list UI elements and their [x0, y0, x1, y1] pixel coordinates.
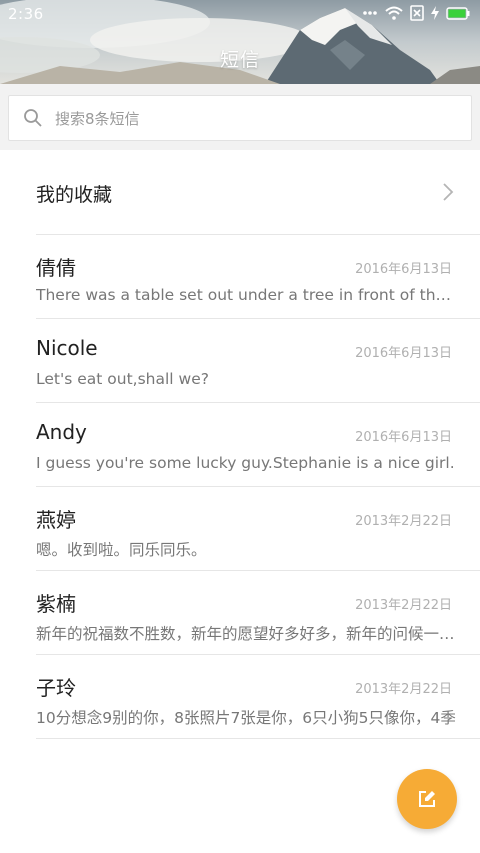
message-preview: 新年的祝福数不胜数，新年的愿望好多好多，新年的问候一声声 [36, 625, 456, 643]
conversation-item[interactable]: 倩倩 2016年6月13日 There was a table set out … [0, 234, 480, 318]
favorites-label: 我的收藏 [36, 184, 113, 206]
charging-bolt-icon [431, 6, 439, 20]
message-date: 2013年2月22日 [355, 682, 452, 697]
message-preview: There was a table set out under a tree i… [36, 286, 456, 304]
status-time: 2:36 [8, 5, 44, 23]
contact-name: Andy [36, 420, 87, 444]
compose-button[interactable] [397, 769, 457, 829]
compose-icon [419, 791, 435, 807]
conversation-item[interactable]: 紫楠 2013年2月22日 新年的祝福数不胜数，新年的愿望好多好多，新年的问候一… [0, 570, 480, 654]
sim-off-icon [410, 5, 424, 21]
divider [36, 738, 480, 739]
search-placeholder: 搜索8条短信 [55, 110, 140, 128]
message-preview: 10分想念9别的你，8张照片7张是你，6只小狗5只像你，4季 [36, 709, 456, 727]
contact-name: 燕婷 [36, 508, 76, 532]
message-date: 2016年6月13日 [355, 430, 452, 445]
contact-name: 紫楠 [36, 592, 76, 616]
message-date: 2013年2月22日 [355, 514, 452, 529]
chevron-right-icon [443, 183, 454, 201]
message-preview: 嗯。收到啦。同乐同乐。 [36, 541, 207, 559]
search-input[interactable]: 搜索8条短信 [8, 95, 472, 141]
page-title: 短信 [219, 49, 260, 71]
favorites-row[interactable]: 我的收藏 [0, 150, 480, 234]
conversation-item[interactable]: 子玲 2013年2月22日 10分想念9别的你，8张照片7张是你，6只小狗5只像… [0, 654, 480, 738]
message-preview: Let's eat out,shall we? [36, 370, 209, 388]
contact-name: 倩倩 [36, 256, 76, 280]
search-area: 搜索8条短信 [0, 84, 480, 150]
contact-name: Nicole [36, 336, 98, 360]
conversation-item[interactable]: Nicole 2016年6月13日 Let's eat out,shall we… [0, 318, 480, 402]
message-date: 2016年6月13日 [355, 346, 452, 361]
header-banner: 2:36 短信 [0, 0, 480, 84]
more-dots-icon [363, 11, 377, 15]
conversation-item[interactable]: Andy 2016年6月13日 I guess you're some luck… [0, 402, 480, 486]
contact-name: 子玲 [36, 676, 76, 700]
status-bar: 2:36 [0, 0, 480, 28]
message-date: 2013年2月22日 [355, 598, 452, 613]
wifi-icon [385, 6, 403, 20]
message-preview: I guess you're some lucky guy.Stephanie … [36, 454, 455, 472]
search-icon [24, 109, 42, 127]
conversation-item[interactable]: 燕婷 2013年2月22日 嗯。收到啦。同乐同乐。 [0, 486, 480, 570]
message-date: 2016年6月13日 [355, 262, 452, 277]
battery-icon [446, 6, 470, 20]
